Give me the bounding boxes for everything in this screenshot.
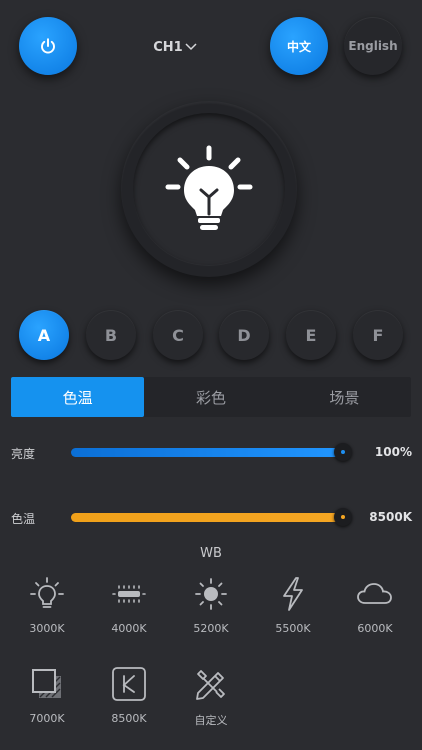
cct-label: 色温 <box>11 512 36 526</box>
chevron-down-icon <box>185 43 197 51</box>
mode-tabs: 色温 彩色 场景 <box>11 377 411 417</box>
tab-color-temperature[interactable]: 色温 <box>11 377 145 417</box>
preset-label: E <box>305 325 317 345</box>
wb-preset-8500k[interactable]: 8500K <box>94 664 164 725</box>
bulb-toggle[interactable] <box>133 113 285 265</box>
wb-preset-4000k[interactable]: 4000K <box>94 574 164 635</box>
wb-preset-custom[interactable]: 自定义 <box>176 664 246 728</box>
wb-preset-5500k[interactable]: 5500K <box>258 574 328 635</box>
preset-label: A <box>37 325 51 345</box>
preset-button-e[interactable]: E <box>286 310 336 360</box>
shade-icon <box>32 669 61 698</box>
wb-label: 自定义 <box>194 714 228 727</box>
preset-button-a[interactable]: A <box>19 310 69 360</box>
tab-label: 场景 <box>329 388 360 407</box>
channel-label: CH1 <box>153 39 183 55</box>
preset-label: F <box>372 325 384 345</box>
flash-icon <box>283 577 303 611</box>
brightness-value: 100% <box>374 445 412 459</box>
brightness-label: 亮度 <box>11 447 36 461</box>
cct-slider-track[interactable] <box>71 513 341 522</box>
wb-label: 8500K <box>111 712 147 725</box>
tab-scene[interactable]: 场景 <box>278 377 411 417</box>
language-chinese-button[interactable]: 中文 <box>270 17 328 75</box>
power-icon <box>41 38 55 54</box>
preset-button-c[interactable]: C <box>153 310 203 360</box>
wb-preset-7000k[interactable]: 7000K <box>12 664 82 725</box>
wb-label: 7000K <box>29 712 65 725</box>
preset-label: B <box>104 325 118 345</box>
wb-label: 6000K <box>357 622 393 635</box>
lightbulb-icon <box>165 145 253 230</box>
language-english-label: English <box>348 39 398 53</box>
tab-color[interactable]: 彩色 <box>144 377 277 417</box>
wb-preset-6000k[interactable]: 6000K <box>340 574 410 635</box>
wb-preset-3000k[interactable]: 3000K <box>12 574 82 635</box>
bulb-outline-icon <box>30 577 64 608</box>
wb-label: 5200K <box>193 622 229 635</box>
sun-icon <box>195 578 227 610</box>
brightness-slider-track[interactable] <box>71 448 341 457</box>
fluorescent-icon <box>112 585 146 603</box>
language-chinese-label: 中文 <box>286 39 311 54</box>
wb-label: 3000K <box>29 622 65 635</box>
brightness-handle-dot <box>341 450 345 454</box>
preset-button-f[interactable]: F <box>353 310 403 360</box>
cct-value: 8500K <box>369 510 412 524</box>
tab-label: 色温 <box>62 388 93 407</box>
wb-preset-5200k[interactable]: 5200K <box>176 574 246 635</box>
cct-slider-handle[interactable] <box>334 508 352 526</box>
preset-label: C <box>172 325 184 345</box>
wb-title: WB <box>200 546 222 561</box>
custom-tools-icon <box>196 670 225 700</box>
wb-label: 4000K <box>111 622 147 635</box>
channel-selector[interactable]: CH1 <box>140 36 210 58</box>
cct-handle-dot <box>341 515 345 519</box>
preset-button-d[interactable]: D <box>219 310 269 360</box>
cloud-icon <box>357 583 392 604</box>
tab-label: 彩色 <box>195 388 226 407</box>
preset-label: D <box>237 325 251 345</box>
power-button[interactable] <box>19 17 77 75</box>
language-english-button[interactable]: English <box>344 17 402 75</box>
brightness-slider-handle[interactable] <box>334 443 352 461</box>
wb-label: 5500K <box>275 622 311 635</box>
k-icon <box>112 667 146 701</box>
preset-button-b[interactable]: B <box>86 310 136 360</box>
